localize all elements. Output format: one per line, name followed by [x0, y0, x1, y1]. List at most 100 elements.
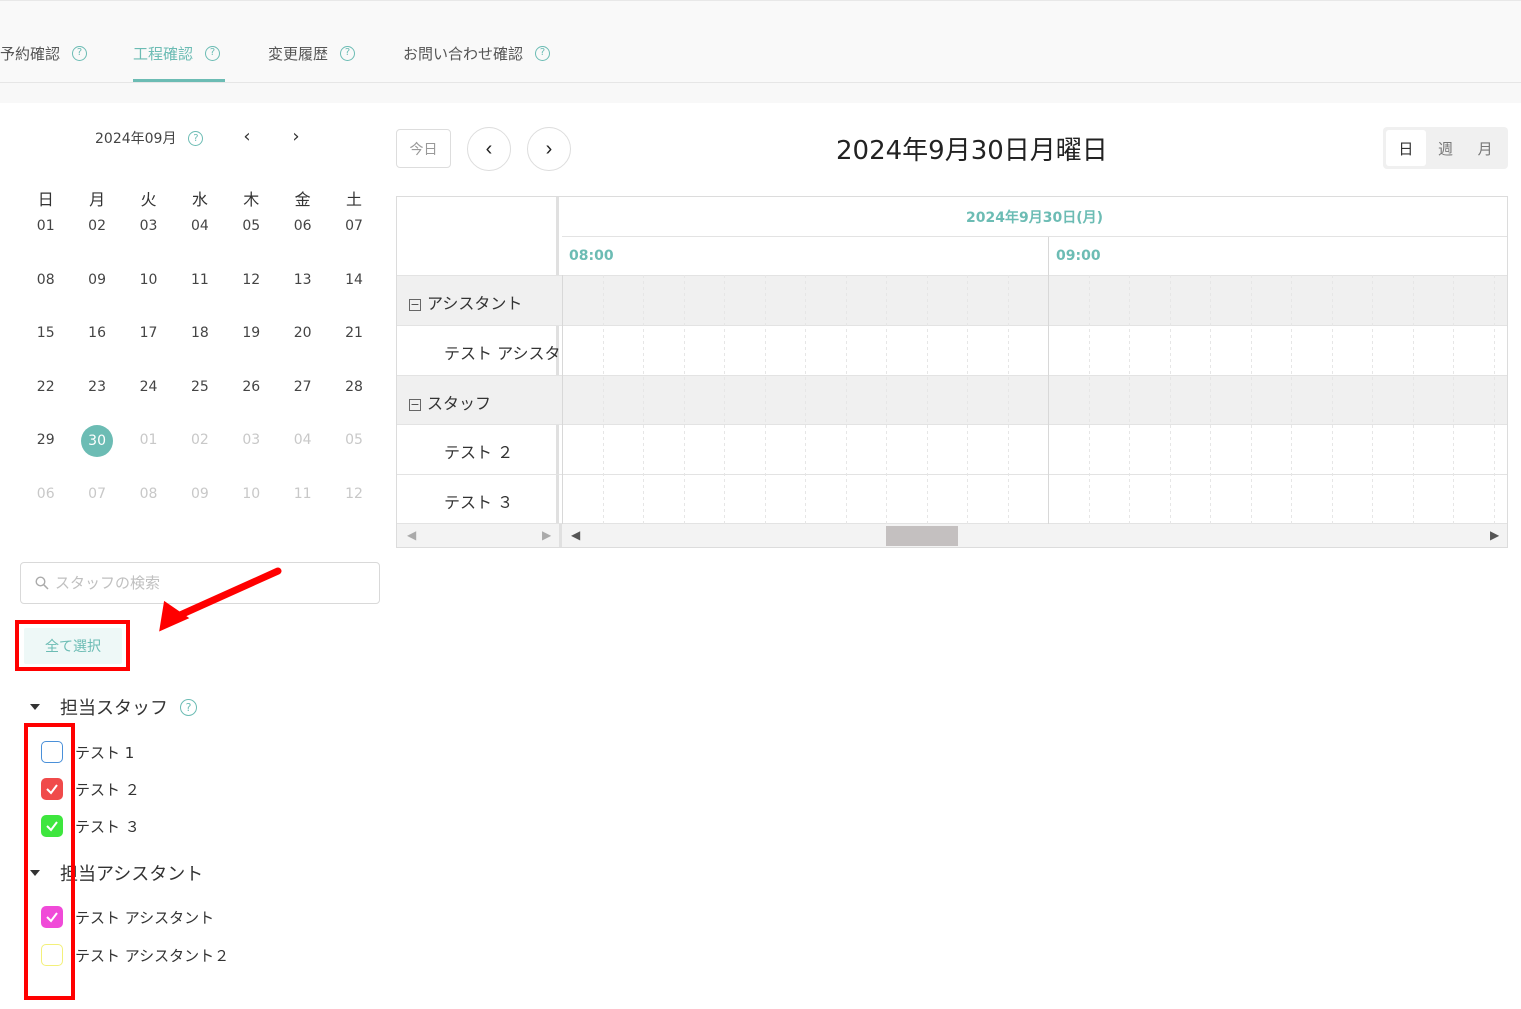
- scroll-right-icon[interactable]: ▶: [1490, 528, 1499, 542]
- annotation-arrow-icon: [159, 567, 282, 632]
- calendar-day[interactable]: 18: [174, 317, 225, 371]
- calendar-day-number: 21: [345, 325, 363, 341]
- today-button[interactable]: 今日: [396, 129, 451, 168]
- calendar-day-number: 02: [190, 432, 209, 448]
- calendar-day[interactable]: 02: [174, 424, 225, 478]
- timeline-grid-line: [602, 275, 604, 524]
- scheduler-date-header: 2024年9月30日(月): [562, 197, 1507, 237]
- calendar-day[interactable]: 09: [71, 264, 122, 318]
- help-icon[interactable]: ?: [72, 45, 88, 61]
- timeline-grid-line: [683, 275, 685, 524]
- timeline-grid-line: [1088, 275, 1090, 524]
- view-week-button[interactable]: 週: [1426, 130, 1466, 166]
- tab-inquiries[interactable]: お問い合わせ確認 ?: [403, 41, 551, 65]
- calendar-day[interactable]: 20: [277, 317, 328, 371]
- calendar-day[interactable]: 05: [226, 210, 277, 264]
- calendar-day-number: 06: [36, 485, 55, 502]
- help-icon[interactable]: ?: [180, 698, 197, 716]
- search-icon: [35, 576, 49, 590]
- calendar-day[interactable]: 12: [226, 264, 277, 318]
- calendar-day[interactable]: 26: [226, 371, 277, 425]
- calendar-day[interactable]: 11: [174, 264, 225, 318]
- calendar-day-number: 02: [88, 218, 106, 234]
- calendar-day[interactable]: 10: [226, 478, 277, 532]
- calendar-day[interactable]: 08: [20, 264, 71, 318]
- collapse-minus-icon[interactable]: −: [409, 299, 421, 311]
- timeline-grid-line: [967, 275, 968, 524]
- calendar-day[interactable]: 27: [277, 371, 328, 425]
- calendar-day[interactable]: 03: [226, 424, 277, 478]
- calendar-day[interactable]: 06: [277, 210, 328, 264]
- calendar-day[interactable]: 11: [277, 478, 328, 532]
- resource-group-row: − スタッフ: [397, 375, 1507, 425]
- calendar-day[interactable]: 22: [20, 371, 71, 425]
- next-day-button[interactable]: ›: [527, 127, 571, 171]
- calendar-day[interactable]: 21: [328, 317, 379, 371]
- scroll-right-icon[interactable]: ▶: [542, 528, 551, 542]
- calendar-day[interactable]: 24: [123, 371, 174, 425]
- help-icon[interactable]: ?: [188, 130, 204, 146]
- calendar-day[interactable]: 23: [71, 371, 122, 425]
- help-icon[interactable]: ?: [205, 45, 221, 61]
- resource-label: テスト ２: [444, 439, 559, 463]
- calendar-day[interactable]: 29: [20, 424, 71, 478]
- calendar-day[interactable]: 17: [123, 317, 174, 371]
- calendar-day-number: 19: [242, 325, 261, 341]
- checkbox-label: テスト ２: [75, 780, 140, 799]
- calendar-day[interactable]: 12: [328, 478, 379, 532]
- scroll-left-icon[interactable]: ◀: [407, 528, 416, 542]
- tab-label: 変更履歴: [268, 44, 329, 63]
- calendar-day[interactable]: 13: [277, 264, 328, 318]
- calendar-day[interactable]: 03: [123, 210, 174, 264]
- timeline-grid-line: [845, 275, 847, 524]
- calendar-day-number: 22: [36, 378, 55, 395]
- calendar-day[interactable]: 14: [328, 264, 379, 318]
- calendar-day[interactable]: 30: [71, 424, 122, 478]
- calendar-prev-button[interactable]: ‹: [237, 126, 257, 147]
- scroll-left-icon[interactable]: ◀: [571, 528, 580, 542]
- help-icon[interactable]: ?: [340, 45, 356, 61]
- calendar-day[interactable]: 28: [328, 371, 379, 425]
- help-icon[interactable]: ?: [535, 45, 551, 61]
- calendar-day[interactable]: 09: [174, 478, 225, 532]
- tab-reservations[interactable]: 予約確認 ?: [0, 41, 88, 65]
- view-day-button[interactable]: 日: [1386, 130, 1426, 166]
- calendar-day[interactable]: 06: [20, 478, 71, 532]
- current-date-title: 2024年9月30日月曜日: [836, 136, 1108, 166]
- tab-process[interactable]: 工程確認 ?: [133, 41, 221, 65]
- calendar-day-number: 30: [81, 425, 114, 457]
- mini-calendar-header: 2024年09月 ?: [95, 128, 204, 148]
- collapse-minus-icon[interactable]: −: [409, 399, 421, 411]
- calendar-day[interactable]: 08: [123, 478, 174, 532]
- calendar-day[interactable]: 04: [277, 424, 328, 478]
- timeline-grid-line: [1169, 275, 1171, 524]
- resource-group-label[interactable]: − アシスタント: [409, 290, 522, 314]
- calendar-day[interactable]: 10: [123, 264, 174, 318]
- calendar-day[interactable]: 02: [71, 210, 122, 264]
- calendar-day[interactable]: 07: [71, 478, 122, 532]
- calendar-day[interactable]: 01: [123, 424, 174, 478]
- calendar-day-number: 05: [242, 218, 261, 234]
- collapse-triangle-icon[interactable]: [30, 704, 40, 710]
- scrollbar-thumb[interactable]: [886, 526, 958, 546]
- horizontal-scrollbar[interactable]: ◀ ▶ ◀ ▶: [397, 523, 1507, 547]
- calendar-day[interactable]: 19: [226, 317, 277, 371]
- view-month-button[interactable]: 月: [1465, 130, 1505, 166]
- calendar-next-button[interactable]: ›: [286, 126, 306, 147]
- calendar-week-row: 15 16 17 18 19 20 21: [20, 317, 380, 371]
- calendar-day[interactable]: 15: [20, 317, 71, 371]
- timeline-scheduler: 2024年9月30日(月) 08:00 09:00 ◀ ▶ ◀ ▶ − アシスタン…: [396, 196, 1508, 548]
- calendar-day[interactable]: 25: [174, 371, 225, 425]
- calendar-day[interactable]: 16: [71, 317, 122, 371]
- tab-history[interactable]: 変更履歴 ?: [268, 41, 356, 65]
- calendar-day[interactable]: 07: [328, 210, 379, 264]
- calendar-day[interactable]: 01: [20, 210, 71, 264]
- tab-label: お問い合わせ確認: [403, 44, 524, 63]
- calendar-day[interactable]: 05: [328, 424, 379, 478]
- group-staff-title[interactable]: 担当スタッフ ?: [30, 694, 197, 720]
- calendar-day-number: 07: [345, 218, 363, 234]
- calendar-day[interactable]: 04: [174, 210, 225, 264]
- resource-group-label[interactable]: − スタッフ: [409, 390, 491, 414]
- prev-day-button[interactable]: ‹: [467, 127, 511, 171]
- calendar-day-number: 13: [293, 271, 312, 288]
